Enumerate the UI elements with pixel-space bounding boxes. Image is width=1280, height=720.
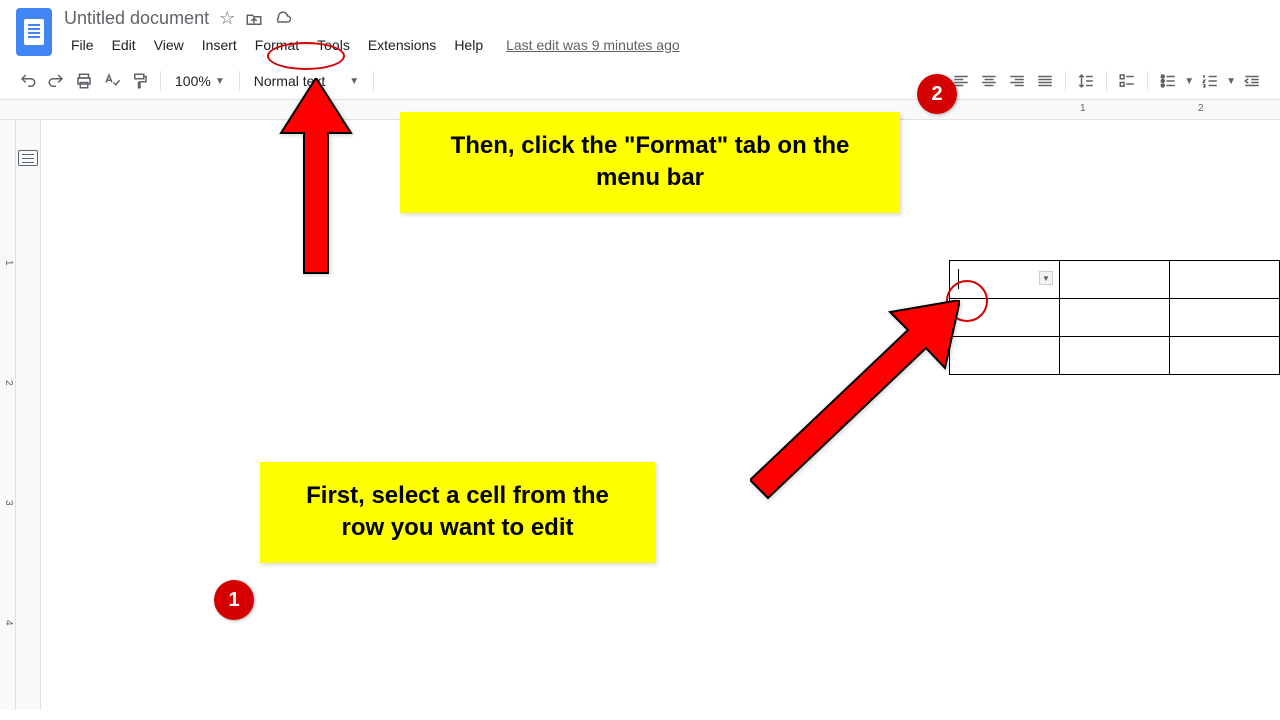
menu-extensions[interactable]: Extensions: [361, 33, 443, 57]
menu-file[interactable]: File: [64, 33, 101, 57]
table-cell[interactable]: [1170, 261, 1280, 299]
redo-button[interactable]: [44, 69, 68, 93]
annotation-arrow-up: [276, 78, 356, 278]
last-edit-link[interactable]: Last edit was 9 minutes ago: [506, 37, 680, 53]
annotation-circle-format: [267, 42, 345, 70]
numbered-list-button[interactable]: [1198, 69, 1222, 93]
table-cell[interactable]: [1060, 261, 1170, 299]
menu-bar: File Edit View Insert Format Tools Exten…: [64, 33, 1264, 57]
toolbar: 100%▼ Normal text▼ ▼ ▼: [0, 63, 1280, 100]
table-row[interactable]: ▼: [950, 261, 1280, 299]
annotation-step1-text: First, select a cell from the row you wa…: [260, 462, 655, 563]
move-icon[interactable]: [245, 10, 263, 28]
document-title[interactable]: Untitled document: [64, 8, 209, 29]
table-row[interactable]: [950, 299, 1280, 337]
document-table[interactable]: ▼: [949, 260, 1280, 375]
menu-insert[interactable]: Insert: [195, 33, 244, 57]
star-icon[interactable]: ☆: [219, 8, 235, 29]
annotation-arrow-diag: [750, 300, 960, 500]
table-cell[interactable]: [1060, 299, 1170, 337]
annotation-step2-text: Then, click the "Format" tab on the menu…: [400, 112, 900, 213]
menu-edit[interactable]: Edit: [105, 33, 143, 57]
outline-toggle-icon[interactable]: [18, 150, 38, 166]
decrease-indent-button[interactable]: [1240, 69, 1264, 93]
undo-button[interactable]: [16, 69, 40, 93]
align-justify-button[interactable]: [1033, 69, 1057, 93]
align-right-button[interactable]: [1005, 69, 1029, 93]
numbered-list-dropdown[interactable]: ▼: [1226, 76, 1236, 87]
print-button[interactable]: [72, 69, 96, 93]
table-row[interactable]: [950, 337, 1280, 375]
line-spacing-button[interactable]: [1074, 69, 1098, 93]
menu-help[interactable]: Help: [447, 33, 490, 57]
table-cell[interactable]: [1060, 337, 1170, 375]
align-center-button[interactable]: [977, 69, 1001, 93]
bulleted-list-button[interactable]: [1156, 69, 1180, 93]
spellcheck-button[interactable]: [100, 69, 124, 93]
table-cell[interactable]: [950, 337, 1060, 375]
annotation-step2-badge: 2: [917, 74, 957, 114]
table-cell[interactable]: [1170, 337, 1280, 375]
vertical-ruler: 1 2 3 4: [0, 120, 16, 710]
bulleted-list-dropdown[interactable]: ▼: [1184, 76, 1194, 87]
paint-format-button[interactable]: [128, 69, 152, 93]
cloud-status-icon[interactable]: [273, 10, 293, 28]
annotation-step1-badge: 1: [214, 580, 254, 620]
menu-view[interactable]: View: [147, 33, 191, 57]
cell-dropdown-icon[interactable]: ▼: [1039, 271, 1053, 285]
table-cell[interactable]: [1170, 299, 1280, 337]
checklist-button[interactable]: [1115, 69, 1139, 93]
zoom-selector[interactable]: 100%▼: [169, 73, 231, 89]
header-area: Untitled document ☆ File Edit View Inser…: [0, 0, 1280, 57]
docs-logo[interactable]: [16, 8, 52, 56]
